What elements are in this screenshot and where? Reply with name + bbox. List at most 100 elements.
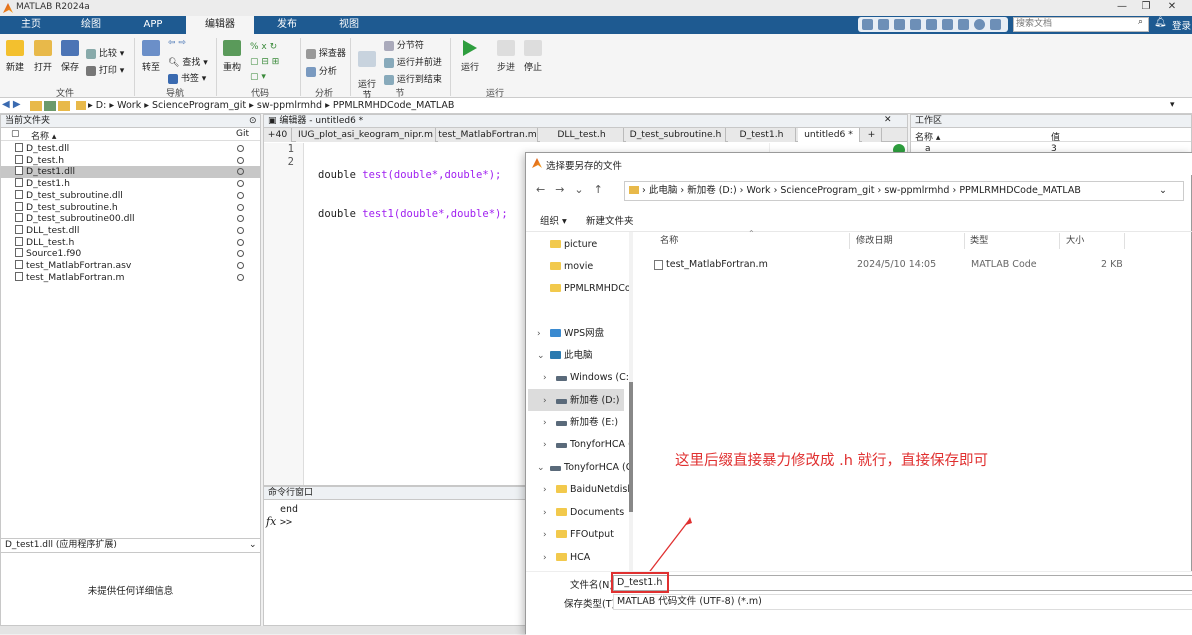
redo-icon[interactable] — [942, 19, 953, 30]
minimize-icon[interactable]: — — [1112, 1, 1132, 15]
chevron-icon[interactable]: › — [543, 367, 547, 389]
profiler-button[interactable]: 探查器 — [306, 46, 346, 59]
stop-button[interactable]: 停止 — [521, 40, 545, 73]
find-button[interactable]: 🔍︎ 查找 ▾ — [168, 55, 208, 68]
nav-item[interactable]: › 新加卷 (D:) — [543, 390, 619, 412]
organize-button[interactable]: 组织 ▾ — [540, 213, 567, 227]
layout-icon[interactable] — [958, 19, 969, 30]
help-icon[interactable] — [974, 19, 985, 30]
run-to-end-button[interactable]: 运行到结束 — [384, 72, 442, 85]
chevron-icon[interactable]: › — [543, 390, 547, 412]
tab-test-matlabfortran[interactable]: test_MatlabFortran.m — [438, 128, 538, 142]
chevron-down-icon[interactable]: ⌄ — [1159, 182, 1167, 200]
tab-iug-plot[interactable]: IUG_plot_asi_keogram_nipr.m — [296, 128, 436, 142]
tab-plots[interactable]: 绘图 — [62, 16, 120, 34]
address-bar[interactable]: ◀ ▶ ▸ D: ▸ Work ▸ ScienceProgram_git ▸ s… — [0, 98, 1192, 114]
file-row[interactable]: test_MatlabFortran.m — [1, 271, 260, 284]
col-size[interactable]: 大小 — [1066, 233, 1084, 249]
login-link[interactable]: 登录 — [1172, 18, 1191, 32]
cut-icon[interactable] — [878, 19, 889, 30]
command-prompt[interactable]: >> — [280, 517, 292, 528]
nav-item[interactable]: ⌄ 此电脑 — [537, 345, 593, 367]
chevron-icon[interactable]: › — [543, 524, 547, 546]
open-button[interactable]: 打开 — [31, 40, 55, 73]
close-icon[interactable]: ✕ — [884, 115, 892, 125]
dialog-breadcrumb[interactable]: › 此电脑 › 新加卷 (D:) › Work › ScienceProgram… — [624, 181, 1184, 201]
tab-apps[interactable]: APP — [124, 16, 182, 34]
compare-button[interactable]: 比较 ▾ — [86, 46, 124, 59]
filename-input[interactable]: D_test1.h — [613, 575, 1192, 591]
breadcrumb[interactable]: ▸ D: ▸ Work ▸ ScienceProgram_git ▸ sw-pp… — [88, 100, 454, 111]
tab-untitled6[interactable]: untitled6 * — [798, 128, 860, 142]
file-row[interactable]: D_test1.h — [1, 178, 260, 190]
chevron-icon[interactable]: › — [543, 434, 547, 456]
chevron-icon[interactable]: ⌄ — [537, 345, 545, 367]
analyze-button[interactable]: 分析 — [306, 64, 337, 77]
nav-item[interactable]: PPMLRMHDCo — [550, 278, 631, 300]
tab-overflow[interactable]: +40 — [264, 128, 292, 142]
chevron-icon[interactable]: › — [537, 323, 541, 345]
file-row[interactable]: D_test_subroutine.dll — [1, 189, 260, 202]
tab-d-test1-h[interactable]: D_test1.h — [728, 128, 796, 142]
bookmark-button[interactable]: 书签 ▾ — [168, 71, 206, 84]
column-value[interactable]: 值 — [1051, 130, 1060, 143]
file-row[interactable]: test_MatlabFortran.m 2024/5/10 14:05 MAT… — [654, 256, 1134, 274]
bell-icon[interactable]: 🔔︎ — [1154, 17, 1167, 28]
nav-item[interactable]: › HCA — [543, 547, 590, 569]
step-button[interactable]: 步进 — [494, 40, 518, 73]
nav-item[interactable]: › FFOutput — [543, 524, 614, 546]
column-git[interactable]: Git — [236, 129, 249, 139]
chevron-icon[interactable]: › — [543, 502, 547, 524]
back-forward-icon[interactable]: ⇦ ⇨ — [168, 38, 186, 48]
close-icon[interactable]: ✕ — [1162, 1, 1182, 15]
file-row[interactable]: DLL_test.dll — [1, 224, 260, 237]
file-row[interactable]: D_test.dll — [1, 143, 260, 155]
file-row[interactable]: D_test.h — [1, 154, 260, 167]
code-line[interactable]: double test1(double*,double*); — [318, 208, 508, 221]
chevron-icon[interactable]: › — [543, 547, 547, 569]
nav-item[interactable]: › BaiduNetdisk — [543, 479, 633, 501]
print-button[interactable]: 打印 ▾ — [86, 63, 124, 76]
chevron-icon[interactable]: ⌄ — [537, 457, 545, 479]
nav-item[interactable]: picture — [550, 234, 597, 256]
nav-item[interactable]: › TonyforHCA ( — [543, 434, 632, 456]
nav-item[interactable]: › WPS网盘 — [537, 323, 604, 345]
tab-view[interactable]: 视图 — [320, 16, 378, 34]
tab-dll-test-h[interactable]: DLL_test.h — [540, 128, 624, 142]
nav-item[interactable]: ⌄ TonyforHCA (G — [537, 457, 633, 479]
tab-publish[interactable]: 发布 — [258, 16, 316, 34]
undo-icon[interactable] — [926, 19, 937, 30]
file-row[interactable]: D_test1.dll — [1, 166, 260, 179]
nav-item[interactable]: › Windows (C:) — [543, 367, 633, 389]
refactor-button[interactable]: 重构 — [220, 40, 244, 73]
dialog-nav-arrows-icon[interactable]: ←→⌄↑ — [536, 183, 613, 196]
chevron-down-icon[interactable]: ⌄ — [249, 540, 257, 550]
scrollbar-thumb[interactable] — [629, 382, 633, 512]
dropdown-icon[interactable] — [990, 19, 1001, 30]
section-break-button[interactable]: 分节符 — [384, 38, 424, 51]
chevron-icon[interactable]: › — [543, 479, 547, 501]
restore-icon[interactable]: ❐ — [1136, 1, 1156, 15]
file-row[interactable]: D_test_subroutine.h — [1, 201, 260, 214]
goto-button[interactable]: 转至 — [140, 40, 162, 73]
search-input[interactable]: 搜索文档 — [1013, 17, 1149, 32]
run-button[interactable]: 运行 — [458, 40, 482, 73]
paste-icon[interactable] — [910, 19, 921, 30]
col-name[interactable]: 名称 — [660, 233, 678, 249]
new-button[interactable]: 新建 — [4, 40, 26, 73]
code-format-icons[interactable]: % ⅹ ↻ ▢ ⊟ ⊞ ▢ ▾ — [250, 40, 294, 85]
panel-menu-icon[interactable]: ⊙ — [249, 116, 257, 126]
column-name[interactable]: 名称 ▴ — [915, 130, 940, 143]
chevron-down-icon[interactable]: ▾ — [1170, 100, 1175, 110]
column-name[interactable]: 名称 ▴ — [31, 129, 56, 142]
run-and-advance-button[interactable]: 运行并前进 — [384, 55, 442, 68]
new-tab-button[interactable]: + — [862, 128, 882, 142]
code-area[interactable]: double test(double*,double*); double tes… — [318, 143, 508, 247]
new-folder-button[interactable]: 新建文件夹 — [586, 213, 634, 227]
file-row[interactable]: D_test_subroutine00.dll — [1, 213, 260, 225]
file-row[interactable]: test_MatlabFortran.asv — [1, 260, 260, 272]
nav-arrows-icon[interactable]: ◀ ▶ — [2, 99, 21, 110]
tab-editor[interactable]: 编辑器 — [186, 16, 254, 34]
code-line[interactable]: double test(double*,double*); — [318, 169, 508, 182]
tab-home[interactable]: 主页 — [4, 16, 58, 34]
